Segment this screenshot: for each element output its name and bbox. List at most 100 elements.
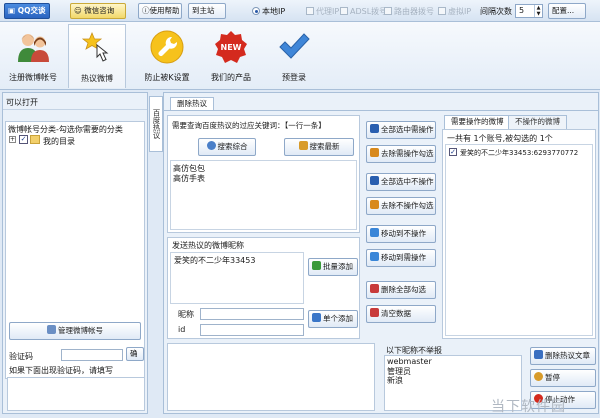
ip-option-virtual-checkbox[interactable] — [438, 7, 446, 15]
captcha-confirm-button[interactable]: 确 — [126, 347, 144, 361]
captcha-image-area — [7, 377, 145, 411]
manage-weibo-accounts-button[interactable]: 管理微博帐号 — [9, 322, 141, 340]
uncheck-icon — [370, 200, 379, 209]
svg-text:NEW: NEW — [221, 43, 242, 52]
select-all-icon — [370, 124, 379, 133]
account-count-text: 一共有 1个账号,被勾选的 1个 — [447, 134, 553, 143]
keyword-textarea[interactable]: 高仿包包 高仿手表 — [170, 160, 357, 230]
open-label: 可以打开 — [6, 98, 38, 107]
refresh-count-label: 间隔次数 — [480, 7, 512, 16]
delete-discussion-article-button[interactable]: 删除热议文章 — [530, 347, 596, 365]
tree-header: 微博帐号分类-勾选你需要的分类 — [8, 125, 123, 134]
wrench-icon — [150, 30, 184, 64]
account-category-tree[interactable]: 微博帐号分类-勾选你需要的分类 + ✓ 我的目录 — [5, 121, 145, 379]
keyword-title: 需要查询百度热议的过应关键词：【一行一条】 — [172, 121, 326, 130]
select-all-needs-action-button[interactable]: 全部选中需操作 — [366, 121, 436, 139]
tab-divider — [164, 110, 598, 111]
ip-option-adsl-checkbox[interactable] — [340, 7, 348, 15]
refresh-count-stepper[interactable]: 5 ▲ ▼ — [515, 4, 543, 18]
help-button[interactable]: ⓘ使用帮助 — [138, 3, 182, 19]
tab-baidu-hot-discussion[interactable]: 百度热议 — [149, 96, 163, 152]
main-panel: 删除热议 需要查询百度热议的过应关键词：【一行一条】 搜索综合 搜索最新 高仿包… — [163, 92, 599, 414]
wechat-icon: ☺ — [74, 6, 85, 15]
move-to-no-action-button[interactable]: 移动到不操作 — [366, 225, 436, 243]
users-icon — [18, 34, 49, 62]
captcha-input[interactable] — [61, 349, 123, 361]
ip-option-router-checkbox[interactable] — [384, 7, 392, 15]
ip-option-local-label: 本地IP — [262, 7, 286, 16]
keyword-panel: 需要查询百度热议的过应关键词：【一行一条】 搜索综合 搜索最新 高仿包包 高仿手… — [167, 115, 360, 233]
config-button[interactable]: 配置... — [548, 3, 586, 19]
pause-button[interactable]: 暂停 — [530, 369, 596, 387]
send-nickname-panel: 发送热议的微博昵称 爱笑的不二少年33453 批量添加 昵称 id 单个添加 — [167, 237, 360, 339]
ip-option-adsl-label: ADSL拨号 — [350, 7, 388, 16]
move-to-needs-action-button[interactable]: 移动到需操作 — [366, 249, 436, 267]
tree-root-checkbox[interactable]: ✓ — [19, 135, 28, 144]
batch-add-button[interactable]: 批量添加 — [308, 258, 358, 276]
remove-no-action-check-button[interactable]: 去除不操作勾选 — [366, 197, 436, 215]
tab-needs-action-weibo[interactable]: 需要操作的微博 — [444, 115, 511, 129]
clear-data-button[interactable]: 清空数据 — [366, 305, 436, 323]
single-add-button[interactable]: 单个添加 — [308, 310, 358, 328]
watermark-logo: 当下软件园 — [491, 399, 566, 415]
captcha-hint: 如果下面出现验证码，请填写 — [9, 366, 113, 375]
delete-all-checked-button[interactable]: 删除全部勾选 — [366, 281, 436, 299]
tool-our-products-label: 我们的产品 — [211, 73, 251, 82]
search-icon — [206, 141, 216, 150]
list-item: webmaster — [387, 357, 432, 366]
search-all-button[interactable]: 搜索综合 — [198, 138, 256, 156]
tool-our-products[interactable]: NEW 我们的产品 — [202, 24, 260, 88]
select-all-icon — [370, 176, 379, 185]
folder-icon — [30, 135, 40, 144]
send-nickname-list[interactable]: 爱笑的不二少年33453 — [170, 252, 304, 304]
id-label: id — [178, 325, 186, 334]
help-icon: ⓘ — [142, 6, 150, 15]
delete-article-icon — [534, 350, 543, 359]
tool-pre-login[interactable]: 预登录 — [266, 24, 322, 88]
id-input[interactable] — [200, 324, 304, 336]
account-checklist[interactable]: ✓ 爱笑的不二少年33453:6293770772 — [445, 144, 593, 336]
captcha-label: 验证码 — [9, 352, 33, 361]
tool-hot-weibo[interactable]: 热议微博 — [68, 24, 126, 88]
qq-chat-button[interactable]: ▣ QQ交谈 — [4, 3, 50, 19]
ip-option-virtual-label: 虚拟IP — [448, 7, 472, 16]
divider — [3, 109, 147, 110]
add-user-icon — [312, 313, 321, 322]
nickname-label: 昵称 — [178, 310, 194, 319]
account-checkbox[interactable]: ✓ — [449, 148, 457, 156]
new-badge-icon: NEW — [215, 31, 247, 63]
qq-icon: ▣ — [8, 6, 18, 15]
pause-icon — [534, 372, 543, 381]
left-panel: 可以打开 微博帐号分类-勾选你需要的分类 + ✓ 我的目录 管理微博帐号 验证码… — [2, 92, 148, 414]
list-item: 新浪 — [387, 376, 403, 385]
list-item[interactable]: 爱笑的不二少年33453:6293770772 — [460, 148, 578, 158]
remove-needs-action-check-button[interactable]: 去除需操作勾选 — [366, 145, 436, 163]
ip-option-router-label: 路由器拨号 — [394, 7, 434, 16]
expand-plus-icon[interactable]: + — [9, 136, 16, 143]
search-newest-button[interactable]: 搜索最新 — [284, 138, 354, 156]
nickname-input[interactable] — [200, 308, 304, 320]
wechat-consult-button[interactable]: ☺ 微信咨询 — [70, 3, 126, 19]
edit-icon — [47, 325, 56, 334]
arrow-left-icon — [370, 252, 379, 261]
tool-hot-weibo-label: 热议微博 — [81, 74, 113, 83]
tool-pre-login-label: 预登录 — [282, 73, 306, 82]
tool-anti-k-settings[interactable]: 防止被K设置 — [136, 24, 198, 88]
top-bar: ▣ QQ交谈 ☺ 微信咨询 ⓘ使用帮助 到主站 本地IP 代理IP ADSL拨号… — [0, 0, 600, 22]
clear-icon — [370, 308, 379, 317]
main-site-button[interactable]: 到主站 — [188, 3, 226, 19]
tool-register-weibo-label: 注册微博帐号 — [9, 73, 57, 82]
tool-register-weibo[interactable]: 注册微博帐号 — [4, 24, 62, 88]
spin-arrows-icon[interactable]: ▲ ▼ — [534, 5, 542, 17]
refresh-count-value: 5 — [519, 6, 525, 15]
main-toolbar: 注册微博帐号 热议微博 防止被K设置 NEW 我们的产品 预登录 — [0, 22, 600, 90]
tab-no-action-weibo[interactable]: 不操作的微博 — [508, 115, 567, 129]
ip-option-local-radio[interactable] — [252, 7, 260, 15]
delete-icon — [370, 284, 379, 293]
bottom-log-area — [167, 343, 375, 411]
ip-option-proxy-checkbox[interactable] — [306, 7, 314, 15]
tab-delete-discussion[interactable]: 删除热议 — [170, 97, 214, 111]
tree-root-label[interactable]: 我的目录 — [43, 136, 75, 147]
list-item[interactable]: 爱笑的不二少年33453 — [174, 255, 255, 266]
select-all-no-action-button[interactable]: 全部选中不操作 — [366, 173, 436, 191]
